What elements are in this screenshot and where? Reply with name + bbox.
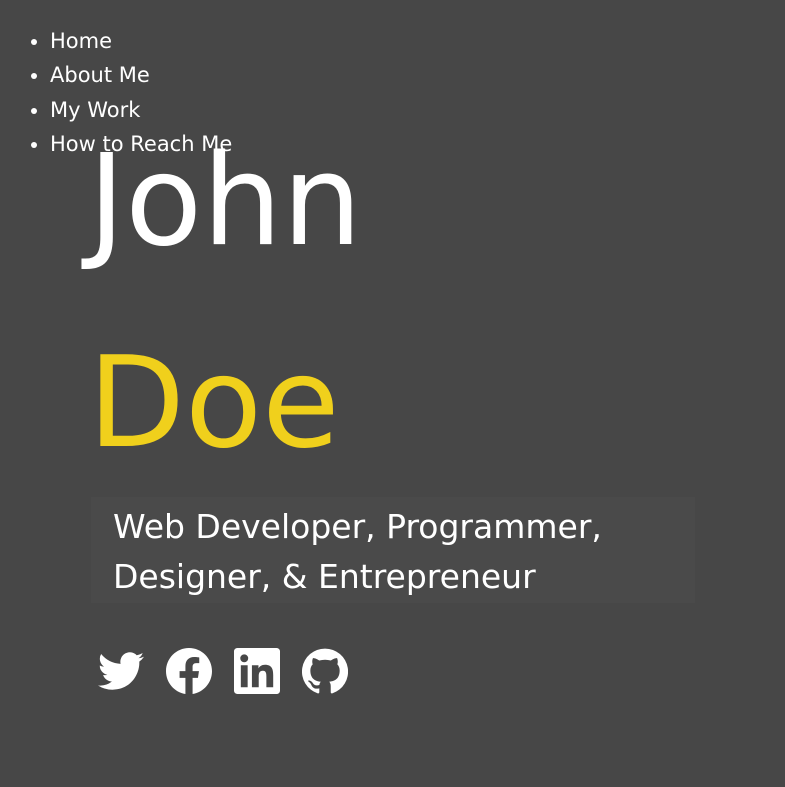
main-nav: Home About Me My Work How to Reach Me bbox=[0, 24, 232, 161]
nav-link-about[interactable]: About Me bbox=[50, 63, 150, 87]
last-name-heading: Doe bbox=[88, 329, 340, 476]
facebook-link[interactable] bbox=[166, 648, 212, 694]
facebook-icon bbox=[166, 648, 212, 694]
nav-item-home: Home bbox=[50, 24, 232, 58]
nav-link-work[interactable]: My Work bbox=[50, 98, 140, 122]
tagline-box: Web Developer, Programmer, Designer, & E… bbox=[91, 497, 695, 603]
twitter-link[interactable] bbox=[98, 648, 144, 694]
linkedin-link[interactable] bbox=[234, 648, 280, 694]
nav-item-work: My Work bbox=[50, 93, 232, 127]
tagline-text: Web Developer, Programmer, Designer, & E… bbox=[113, 507, 602, 596]
nav-item-contact: How to Reach Me bbox=[50, 127, 232, 161]
github-link[interactable] bbox=[302, 648, 348, 694]
github-icon bbox=[302, 648, 348, 694]
social-links bbox=[98, 648, 370, 694]
linkedin-icon bbox=[234, 648, 280, 694]
nav-link-contact[interactable]: How to Reach Me bbox=[50, 132, 232, 156]
nav-link-home[interactable]: Home bbox=[50, 29, 112, 53]
nav-item-about: About Me bbox=[50, 58, 232, 92]
twitter-icon bbox=[98, 652, 144, 690]
